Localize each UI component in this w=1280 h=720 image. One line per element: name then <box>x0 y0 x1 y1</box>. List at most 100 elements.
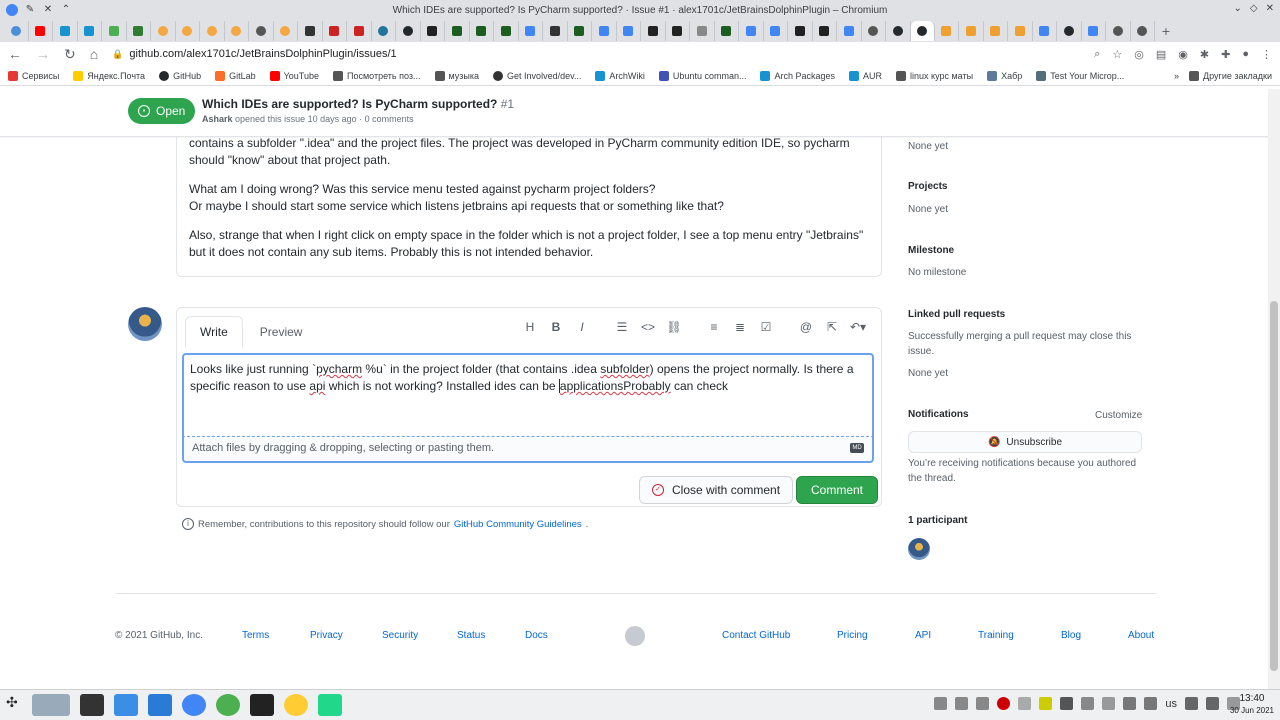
tab[interactable] <box>396 21 421 41</box>
tab[interactable] <box>421 21 445 41</box>
avatar[interactable] <box>128 307 162 341</box>
tab-preview[interactable]: Preview <box>245 316 318 348</box>
tab[interactable] <box>53 21 78 41</box>
lock-icon[interactable]: 🔒 <box>112 49 123 60</box>
tab[interactable] <box>176 21 200 41</box>
close-window-icon[interactable]: ✕ <box>42 4 54 16</box>
translate-icon[interactable]: ▤ <box>1156 48 1166 61</box>
tray-icon[interactable] <box>997 697 1011 710</box>
tab[interactable] <box>592 21 617 41</box>
footer-link-status[interactable]: Status <box>457 630 485 641</box>
participant-avatar[interactable] <box>908 538 930 560</box>
profile-icon[interactable]: ● <box>1242 48 1249 61</box>
tab[interactable] <box>323 21 347 41</box>
tab[interactable] <box>764 21 788 41</box>
tray-icon[interactable] <box>1039 697 1053 710</box>
tab[interactable] <box>715 21 739 41</box>
tab[interactable] <box>127 21 151 41</box>
tray-icon[interactable] <box>955 697 969 710</box>
tray-icon[interactable] <box>934 697 948 710</box>
pager-icon[interactable] <box>32 694 70 716</box>
bookmark-kde[interactable]: Get Involved/dev... <box>493 70 581 81</box>
tab[interactable] <box>200 21 225 41</box>
chromium-icon[interactable] <box>6 4 18 16</box>
menu-icon[interactable]: ⋮ <box>1261 48 1272 61</box>
tab[interactable] <box>666 21 690 41</box>
footer-link-security[interactable]: Security <box>382 630 418 641</box>
tab[interactable] <box>935 21 959 41</box>
bookmark-ubuntu[interactable]: Ubuntu comman... <box>658 70 746 81</box>
reply-icon[interactable]: ↶▾ <box>845 320 871 334</box>
page-scrollbar[interactable] <box>1268 89 1280 689</box>
tab[interactable] <box>372 21 396 41</box>
tab[interactable] <box>641 21 666 41</box>
tab[interactable] <box>959 21 984 41</box>
battery-icon[interactable] <box>1185 697 1198 710</box>
linked-prs-heading[interactable]: Linked pull requests <box>908 309 1005 320</box>
quote-icon[interactable]: ☰ <box>609 320 635 334</box>
unordered-list-icon[interactable]: ≡ <box>701 320 727 334</box>
tab[interactable] <box>886 21 911 41</box>
footer-link-api[interactable]: API <box>915 630 931 641</box>
guidelines-link[interactable]: GitHub Community Guidelines <box>454 519 582 530</box>
bookmark-yandex-mail[interactable]: Яндекс.Почта <box>73 70 145 81</box>
tab[interactable] <box>1131 21 1155 41</box>
back-icon[interactable]: ← <box>8 46 22 62</box>
tab[interactable] <box>617 21 641 41</box>
tab[interactable] <box>494 21 519 41</box>
projects-heading[interactable]: Projects <box>908 181 947 192</box>
tab[interactable] <box>543 21 568 41</box>
unsubscribe-button[interactable]: 🔕 Unsubscribe <box>908 431 1142 453</box>
bookmark-services[interactable]: Сервисы <box>8 70 59 81</box>
tab[interactable] <box>4 21 29 41</box>
tab[interactable] <box>249 21 274 41</box>
markdown-icon[interactable]: MD <box>850 443 864 453</box>
tab[interactable] <box>862 21 886 41</box>
tab[interactable] <box>568 21 592 41</box>
maximize-icon[interactable]: ◇ <box>1250 3 1258 14</box>
tray-icon[interactable] <box>976 697 990 710</box>
footer-link-contact[interactable]: Contact GitHub <box>722 630 790 641</box>
network-icon[interactable] <box>1206 697 1219 710</box>
tab[interactable] <box>690 21 715 41</box>
tab[interactable] <box>151 21 176 41</box>
bookmark-music[interactable]: музыка <box>434 70 479 81</box>
footer-link-docs[interactable]: Docs <box>525 630 548 641</box>
konsole-icon[interactable] <box>250 694 274 716</box>
chromium-taskbar-icon[interactable] <box>182 694 206 716</box>
footer-link-blog[interactable]: Blog <box>1061 630 1081 641</box>
task-list-icon[interactable]: ☑ <box>753 320 779 334</box>
tab[interactable] <box>29 21 53 41</box>
app-icon[interactable] <box>216 694 240 716</box>
tab[interactable] <box>837 21 862 41</box>
heading-icon[interactable]: H <box>517 320 543 334</box>
tab[interactable] <box>1106 21 1131 41</box>
tab[interactable] <box>470 21 494 41</box>
tab-write[interactable]: Write <box>185 316 243 348</box>
app-launcher-icon[interactable]: ✣ <box>6 694 22 716</box>
code-icon[interactable]: <> <box>635 320 661 334</box>
home-icon[interactable]: ⌂ <box>90 46 98 62</box>
duck-icon[interactable] <box>284 694 308 716</box>
tab[interactable] <box>739 21 764 41</box>
footer-link-pricing[interactable]: Pricing <box>837 630 868 641</box>
reload-icon[interactable]: ↻ <box>64 46 76 63</box>
terminal-icon[interactable] <box>80 694 104 716</box>
clock[interactable]: 13:40 30 Jun 2021 <box>1230 693 1274 717</box>
volume-icon[interactable] <box>1123 697 1137 710</box>
pycharm-icon[interactable] <box>318 694 342 716</box>
mention-icon[interactable]: @ <box>793 320 819 334</box>
tab[interactable] <box>1008 21 1033 41</box>
bookmark-youtube[interactable]: YouTube <box>269 70 319 81</box>
footer-link-privacy[interactable]: Privacy <box>310 630 343 641</box>
address-bar[interactable]: 🔒 github.com/alex1701c/JetBrainsDolphinP… <box>112 48 396 60</box>
tab[interactable] <box>347 21 372 41</box>
clipboard-icon[interactable] <box>1102 697 1116 710</box>
footer-link-terms[interactable]: Terms <box>242 630 269 641</box>
tab[interactable] <box>445 21 470 41</box>
tab[interactable] <box>1057 21 1082 41</box>
tab[interactable] <box>1033 21 1057 41</box>
forward-icon[interactable]: → <box>36 46 50 62</box>
bluetooth-icon[interactable]: ✱ <box>1200 48 1209 61</box>
puzzle-icon[interactable]: ✚ <box>1221 48 1230 61</box>
